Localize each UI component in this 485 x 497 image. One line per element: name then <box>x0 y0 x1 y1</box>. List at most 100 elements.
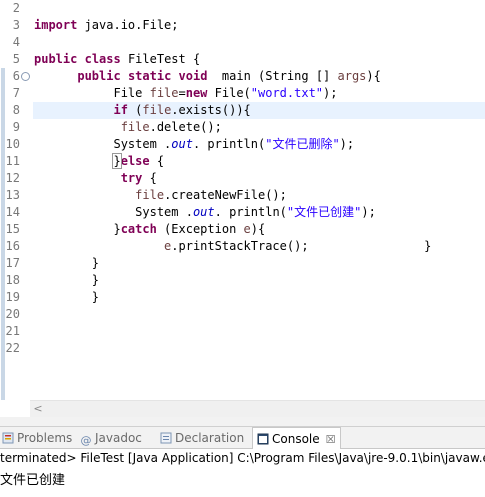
code-line[interactable]: 14 System .out. println("文件已创建"); <box>0 204 485 221</box>
code-token: .printStackTrace(); } <box>171 239 432 253</box>
code-text: try { <box>34 170 157 187</box>
tab-label: Javadoc <box>95 431 142 445</box>
code-line[interactable]: 10 System .out. println("文件已删除"); <box>0 136 485 153</box>
line-number: 9 <box>12 120 20 134</box>
line-number: 3 <box>12 18 20 32</box>
javadoc-icon: @ <box>80 434 92 447</box>
code-text: import java.io.File; <box>34 17 179 34</box>
code-token: } <box>34 290 100 304</box>
code-line[interactable]: 12 try { <box>0 170 485 187</box>
code-text: file.createNewFile(); <box>34 187 287 204</box>
code-token: if <box>113 103 128 117</box>
code-token: public <box>34 52 78 66</box>
code-line[interactable]: 8 if (file.exists()){ <box>0 102 485 119</box>
code-token: FileTest { <box>120 52 201 66</box>
line-number: 22 <box>5 341 20 355</box>
code-token: try <box>120 171 143 185</box>
code-line[interactable]: 11 }else { <box>0 153 485 170</box>
code-line[interactable]: 18 } <box>0 272 485 289</box>
tab-console[interactable]: Console ☒ <box>252 427 341 449</box>
code-token: } <box>112 153 122 169</box>
code-text: public static void main (String [] args)… <box>34 68 381 85</box>
code-text: public class FileTest { <box>34 51 200 68</box>
tab-problems[interactable]: Problems <box>2 427 72 449</box>
code-token: ); <box>361 205 376 219</box>
tab-javadoc[interactable]: @ Javadoc <box>80 427 142 449</box>
code-line[interactable]: 21 <box>0 323 485 340</box>
tab-label: Problems <box>17 431 73 445</box>
code-token: class <box>84 52 121 66</box>
code-line[interactable]: 6⊖ public static void main (String [] ar… <box>0 68 485 85</box>
code-line[interactable]: 4 <box>0 34 485 51</box>
code-token: System . <box>34 137 172 151</box>
declaration-icon <box>160 432 172 444</box>
code-token: args <box>337 69 367 83</box>
code-line[interactable]: 20 <box>0 306 485 323</box>
code-token: ( <box>127 103 143 117</box>
code-token: new <box>185 86 208 100</box>
tab-declaration[interactable]: Declaration <box>160 427 244 449</box>
editor-divider <box>0 417 485 427</box>
code-text: System .out. println("文件已创建"); <box>34 204 376 221</box>
code-line[interactable]: 5 public class FileTest { <box>0 51 485 68</box>
code-text: }catch (Exception e){ <box>34 221 265 238</box>
line-number: 11 <box>5 154 20 168</box>
code-line[interactable]: 19 } <box>0 289 485 306</box>
code-line[interactable]: 9 file.delete(); <box>0 119 485 136</box>
code-text: file.delete(); <box>34 119 222 136</box>
code-line[interactable]: 3 import java.io.File; <box>0 17 485 34</box>
code-token: .createNewFile(); <box>164 188 287 202</box>
code-token: . println( <box>214 205 287 219</box>
console-output: 文件已创建 <box>0 473 66 488</box>
code-token: file <box>135 188 165 202</box>
code-text: } <box>34 272 99 289</box>
fold-toggle-icon[interactable]: ⊖ <box>21 72 30 81</box>
code-line[interactable]: 17 } <box>0 255 485 272</box>
code-text: } <box>34 289 99 306</box>
line-number: 4 <box>12 35 20 49</box>
code-token: } <box>34 256 100 270</box>
code-line[interactable]: 2 <box>0 0 485 17</box>
code-token: "文件已创建" <box>286 205 362 219</box>
bottom-panel-tabs: Problems @ Javadoc Declaration Console ☒ <box>0 427 485 449</box>
code-editor[interactable]: 2 3 import java.io.File; 4 5 public class Fil… <box>0 0 485 400</box>
scroll-left-icon[interactable]: < <box>32 401 44 417</box>
code-token: } <box>34 222 121 236</box>
code-token: (Exception <box>156 222 244 236</box>
code-token: File <box>34 86 150 100</box>
line-number: 7 <box>12 86 20 100</box>
line-number: 21 <box>5 324 20 338</box>
line-number: 5 <box>12 52 20 66</box>
code-line[interactable]: 13 file.createNewFile(); <box>0 187 485 204</box>
code-token: e <box>243 222 251 236</box>
line-number: 6 <box>12 69 20 83</box>
code-token: ); <box>323 86 338 100</box>
code-token: "文件已删除" <box>265 137 340 151</box>
line-number: 13 <box>5 188 20 202</box>
code-text: } <box>34 255 99 272</box>
console-header: terminated> FileTest [Java Application] … <box>0 451 485 465</box>
line-number: 15 <box>5 222 20 236</box>
code-line[interactable]: 16 e.printStackTrace(); } <box>0 238 485 255</box>
horizontal-scrollbar[interactable]: < <box>30 400 485 417</box>
tab-label: Declaration <box>175 431 245 445</box>
code-token: out <box>192 205 215 219</box>
code-token: out <box>171 137 193 151</box>
code-text: e.printStackTrace(); } <box>34 238 431 255</box>
code-token: file <box>120 120 150 134</box>
code-token: } <box>34 273 100 287</box>
line-number: 10 <box>5 137 20 151</box>
code-line[interactable]: 15 }catch (Exception e){ <box>0 221 485 238</box>
code-line[interactable]: 7 File file=new File("word.txt"); <box>0 85 485 102</box>
close-icon[interactable]: ☒ <box>326 433 336 446</box>
console-view[interactable]: terminated> FileTest [Java Application] … <box>0 449 485 497</box>
code-line[interactable]: 22 <box>0 340 485 357</box>
code-token: import <box>34 18 78 32</box>
code-token: System . <box>34 205 193 219</box>
